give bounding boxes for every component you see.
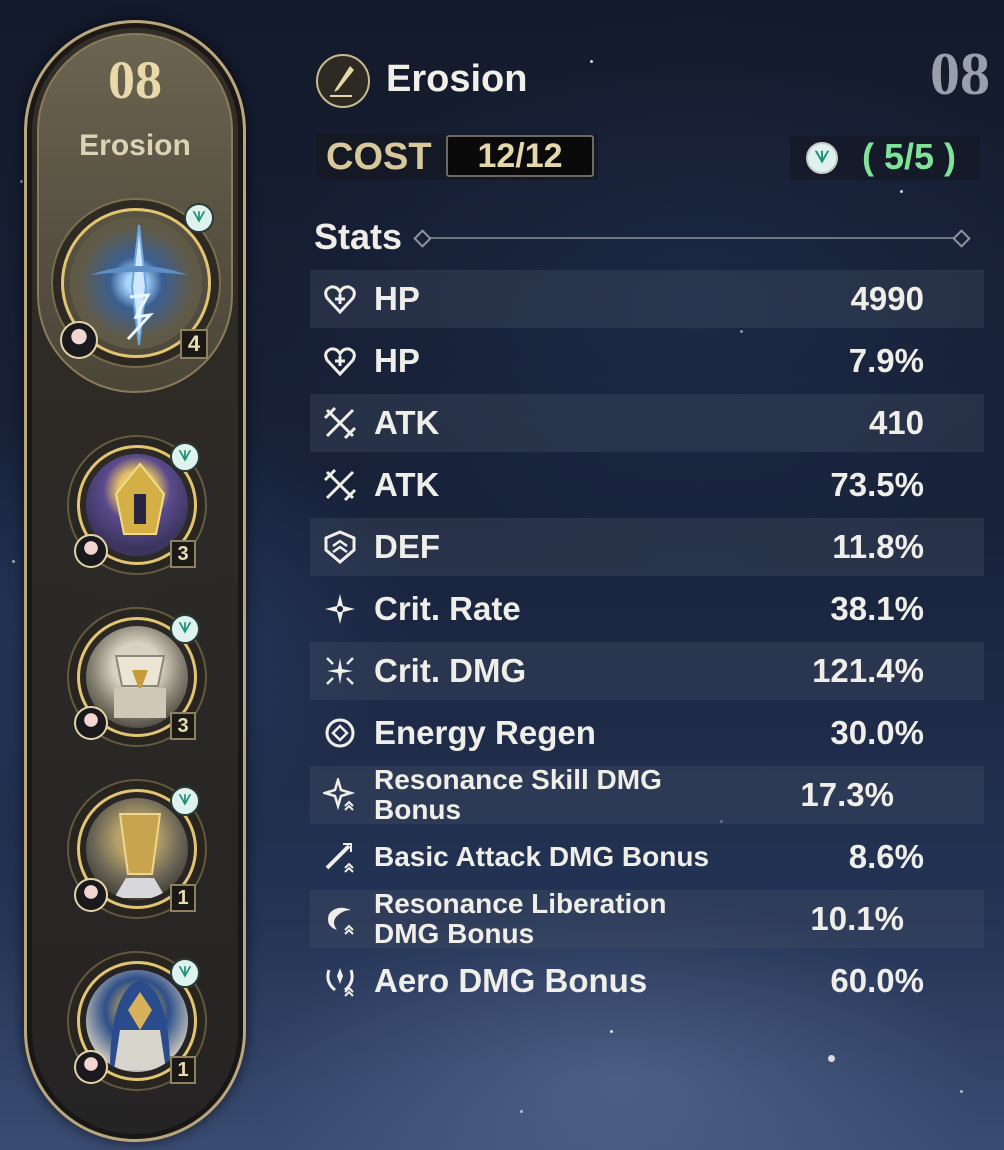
total-cost-number: 08 [108, 50, 162, 110]
stat-row: Crit. Rate 38.1% [310, 580, 984, 638]
feather-quill-icon [316, 54, 370, 108]
stat-row: ATK 73.5% [310, 456, 984, 514]
echo-total-number: 08 [930, 41, 990, 107]
stat-label: ATK [374, 466, 440, 503]
stat-label: HP [374, 342, 420, 379]
echo-level-badge: 3 [170, 712, 196, 740]
set-name-label: Erosion [79, 129, 191, 162]
sonata-badge-icon: ᗐ [170, 958, 200, 988]
sonata-badge-icon: ᗐ [184, 203, 214, 233]
echo-slot-5[interactable]: ᗐ 1 [74, 958, 200, 1084]
stat-row: Resonance Skill DMG Bonus 17.3% [310, 764, 984, 825]
sonata-badge-icon: ᗐ [170, 786, 200, 816]
stat-label: HP [374, 280, 420, 317]
stat-label: DEF [374, 528, 440, 565]
aero-dmg-icon [322, 963, 358, 999]
stat-label: Basic Attack DMG Bonus [374, 841, 710, 872]
stat-value: 4990 [850, 280, 924, 317]
echo-level-badge: 3 [170, 540, 196, 568]
echo-set-stats-panel: Erosion 08 COST 12/12 ᗐ ( 5/5 ) Stats HP… [270, 0, 1004, 1150]
crit-rate-icon [322, 591, 358, 627]
def-icon [322, 529, 358, 565]
stat-value: 10.1% [810, 900, 904, 937]
sonata-count: ( 5/5 ) [862, 136, 957, 177]
stat-label: Crit. Rate [374, 590, 521, 627]
owner-avatar [74, 878, 108, 912]
cost-label: COST [326, 136, 432, 178]
owner-avatar [60, 321, 98, 359]
stat-label: ATK [374, 404, 440, 441]
stat-value: 7.9% [848, 342, 924, 379]
energy-regen-icon [322, 715, 358, 751]
stat-row: Basic Attack DMG Bonus 8.6% [310, 828, 984, 886]
stat-row: HP 7.9% [310, 332, 984, 390]
sonata-badge-icon: ᗐ [170, 614, 200, 644]
resonance-liberation-icon [322, 901, 358, 937]
owner-avatar [74, 534, 108, 568]
stat-label: Resonance Skill DMG Bonus [374, 764, 662, 825]
atk-icon [322, 405, 358, 441]
set-title: Erosion [386, 58, 528, 100]
stats-divider [424, 237, 960, 239]
stat-value: 121.4% [812, 652, 924, 689]
hp-icon [322, 343, 358, 379]
hp-icon [322, 281, 358, 317]
stat-label: Energy Regen [374, 714, 596, 751]
stat-value: 38.1% [830, 590, 924, 627]
stats-list: HP 4990 HP 7.9% ATK 410 ATK 73.5% DEF 11… [310, 270, 984, 1014]
stat-label: Aero DMG Bonus [374, 962, 648, 999]
owner-avatar [74, 1050, 108, 1084]
sonata-effect-display[interactable]: ᗐ ( 5/5 ) [790, 136, 980, 180]
stat-value: 30.0% [830, 714, 924, 751]
stat-row: HP 4990 [310, 270, 984, 328]
basic-attack-icon [322, 839, 358, 875]
echo-slot-1[interactable]: ᗐ 4 [60, 203, 214, 359]
stat-value: 11.8% [832, 528, 924, 565]
stat-row: Aero DMG Bonus 60.0% [310, 952, 984, 1010]
echo-level-badge: 1 [170, 1056, 196, 1084]
sonata-badge-icon: ᗐ [170, 442, 200, 472]
stat-value: 8.6% [848, 838, 924, 875]
stat-value: 60.0% [830, 962, 924, 999]
stat-value: 17.3% [800, 776, 894, 813]
echo-slot-2[interactable]: ᗐ 3 [74, 442, 200, 568]
cost-display: COST 12/12 [316, 134, 598, 180]
echo-slot-3[interactable]: ᗐ 3 [74, 614, 200, 740]
stat-row: Crit. DMG 121.4% [310, 642, 984, 700]
echo-level-badge: 1 [170, 884, 196, 912]
cost-value: 12/12 [446, 135, 594, 177]
stats-heading: Stats [314, 216, 403, 257]
stat-row: ATK 410 [310, 394, 984, 452]
stat-row: Resonance Liberation DMG Bonus 10.1% [310, 888, 984, 949]
stat-row: Energy Regen 30.0% [310, 704, 984, 762]
echo-level-badge: 4 [180, 329, 208, 359]
echo-loadout-capsule: 08 Erosion ᗐ 4 ᗐ 3 ᗐ 3 ᗐ 1 ᗐ 1 [24, 20, 246, 1142]
stat-label: Crit. DMG [374, 652, 527, 689]
stat-row: DEF 11.8% [310, 518, 984, 576]
stat-value: 410 [868, 404, 924, 441]
echo-slot-4[interactable]: ᗐ 1 [74, 786, 200, 912]
resonance-skill-icon [322, 777, 358, 813]
owner-avatar [74, 706, 108, 740]
sonata-effect-icon: ᗐ [806, 142, 838, 174]
stat-label: Resonance Liberation DMG Bonus [374, 888, 667, 949]
crit-dmg-icon [322, 653, 358, 689]
stat-value: 73.5% [830, 466, 924, 503]
atk-icon [322, 467, 358, 503]
